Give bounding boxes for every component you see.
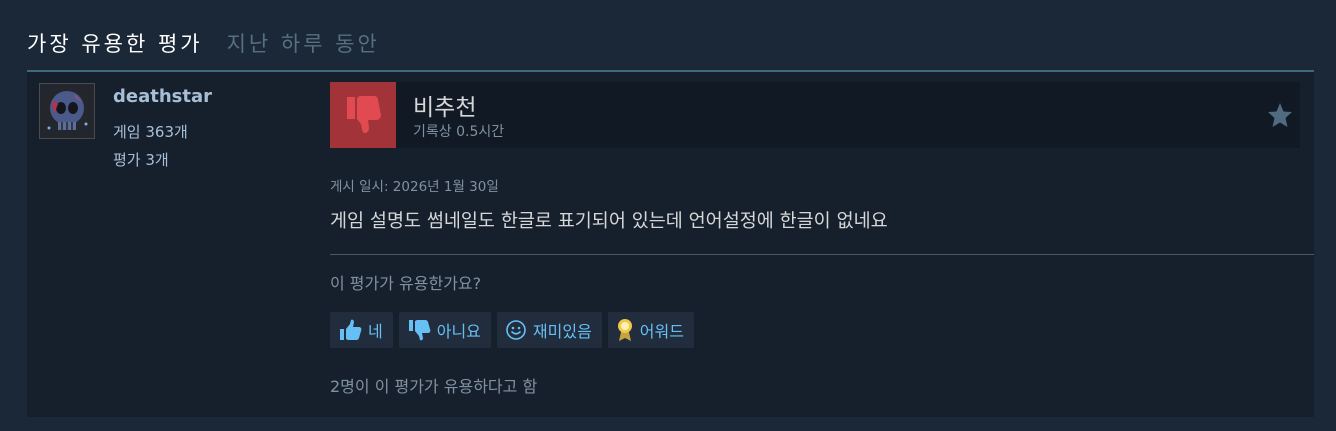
award-button[interactable]: 어워드 <box>607 312 694 348</box>
thumbs-down-icon <box>347 96 381 133</box>
thumbs-up-icon <box>340 319 362 340</box>
review-card: deathstar 게임 363개 평가 3개 비추천 기록상 0.5시간 게시… <box>27 72 1314 417</box>
section-header: 가장 유용한 평가 지난 하루 동안 <box>27 28 380 58</box>
verdict-thumb <box>330 82 396 148</box>
review-verdict[interactable]: 비추천 기록상 0.5시간 <box>330 82 1300 148</box>
play-hours: 기록상 0.5시간 <box>413 124 505 140</box>
author-name[interactable]: deathstar <box>113 86 212 107</box>
star-icon[interactable] <box>1266 101 1294 129</box>
helpful-question: 이 평가가 유용한가요? <box>330 274 482 293</box>
helpful-count: 2명이 이 평가가 유용하다고 함 <box>330 377 538 396</box>
vote-buttons: 네 아니요 재미있음 어워드 <box>330 312 694 348</box>
review-text: 게임 설명도 썸네일도 한글로 표기되어 있는데 언어설정에 한글이 없네요 <box>330 211 888 232</box>
vote-yes-button[interactable]: 네 <box>330 312 393 348</box>
section-title: 가장 유용한 평가 <box>27 32 203 56</box>
verdict-label: 비추천 <box>413 95 477 121</box>
page: 가장 유용한 평가 지난 하루 동안 deathstar 게임 363개 평가 … <box>0 0 1336 431</box>
vote-no-button[interactable]: 아니요 <box>398 312 491 348</box>
vote-funny-label: 재미있음 <box>532 322 592 341</box>
posted-date: 게시 일시: 2026년 1월 30일 <box>330 179 499 195</box>
award-medal-icon <box>617 319 632 341</box>
review-divider <box>330 254 1314 255</box>
section-subtitle: 지난 하루 동안 <box>226 32 380 56</box>
avatar[interactable] <box>39 83 95 139</box>
author-games-count[interactable]: 게임 363개 <box>113 121 188 142</box>
thumbs-down-icon <box>408 320 431 341</box>
award-label: 어워드 <box>639 322 684 341</box>
vote-funny-button[interactable]: 재미있음 <box>496 312 602 348</box>
vote-yes-label: 네 <box>368 322 383 341</box>
smiley-icon <box>506 320 526 340</box>
vote-no-label: 아니요 <box>436 322 481 341</box>
skull-avatar-icon <box>40 84 94 138</box>
author-reviews-count[interactable]: 평가 3개 <box>113 149 169 170</box>
